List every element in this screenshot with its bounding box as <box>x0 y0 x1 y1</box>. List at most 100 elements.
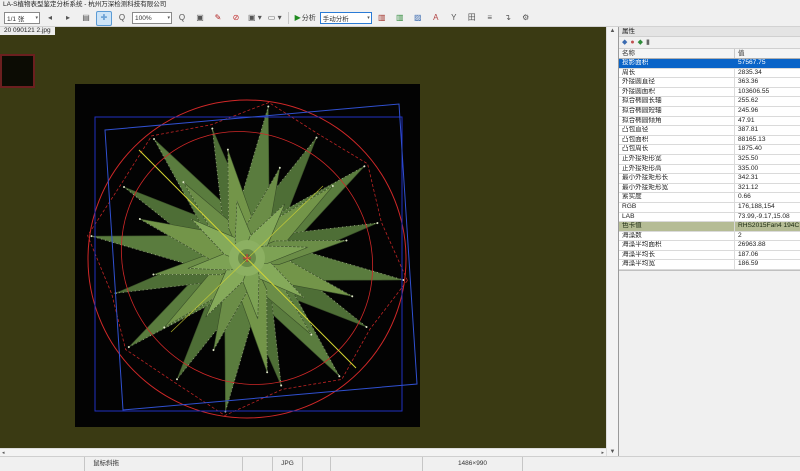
pan-tool-button[interactable]: ✛ <box>96 11 112 26</box>
label-y-button[interactable]: Y <box>446 11 462 26</box>
property-row[interactable]: 凸包周长1875.40 <box>619 145 800 155</box>
column-header-name[interactable]: 名称 <box>619 49 735 58</box>
zoom-level-selector[interactable]: 100% ▾ <box>132 12 172 24</box>
property-row[interactable]: RGB176,188,154 <box>619 203 800 213</box>
next-image-icon: ▸ <box>66 12 70 24</box>
property-row[interactable]: 凸包面积88165.13 <box>619 136 800 146</box>
refresh-icon[interactable]: ◆ <box>622 38 627 47</box>
property-row[interactable]: 正外接矩形宽325.50 <box>619 155 800 165</box>
property-row[interactable]: 最小外接矩形长342.31 <box>619 174 800 184</box>
column-header-value[interactable]: 值 <box>735 49 800 58</box>
copy-image-icon: ▣ <box>196 12 204 24</box>
zoom-level-selector-value: 100% <box>135 15 152 22</box>
property-row[interactable]: 拟合椭圆短轴245.96 <box>619 107 800 117</box>
report-green-button[interactable]: ▥ <box>392 11 408 26</box>
property-value: 187.06 <box>735 251 800 260</box>
scroll-right-icon[interactable]: ▸ <box>601 450 604 456</box>
property-row[interactable]: 外接圆面积103606.55 <box>619 88 800 98</box>
property-label: 正外接矩形高 <box>619 165 735 174</box>
property-row[interactable]: 拟合椭圆倾角47.91 <box>619 117 800 127</box>
image-thumbnail[interactable] <box>0 54 35 88</box>
property-row[interactable]: 海藻平均宽186.59 <box>619 260 800 270</box>
record-icon[interactable]: ● <box>630 38 634 47</box>
vertical-scrollbar[interactable]: ▲ ▼ <box>606 27 618 456</box>
property-panel-toolbar: ◆●◆▮ <box>619 37 800 49</box>
zoom-window-button[interactable]: Q <box>114 11 130 26</box>
property-row[interactable]: 凸包直径387.81 <box>619 126 800 136</box>
line-shape-tool-button[interactable]: ▭ ▾ <box>266 11 284 26</box>
property-row[interactable]: 正外接矩形高335.00 <box>619 165 800 175</box>
edit-button[interactable]: ✎ <box>210 11 226 26</box>
list-view-button[interactable]: ≡ <box>482 11 498 26</box>
grid-view-button[interactable]: 田 <box>464 11 480 26</box>
edit-icon: ✎ <box>215 12 222 24</box>
zoom-window-icon: Q <box>119 12 125 24</box>
property-row[interactable]: 海藻数2 <box>619 232 800 242</box>
chart-button[interactable]: ▨ <box>410 11 426 26</box>
property-row[interactable]: LAB73.99,-9.17,15.08 <box>619 213 800 223</box>
property-row[interactable]: 外接圆直径363.36 <box>619 78 800 88</box>
property-panel-title: 属性 <box>619 27 800 37</box>
status-hint: 鼠标斜拖 <box>85 457 243 471</box>
horizontal-scrollbar[interactable]: ◂ ▸ <box>0 448 606 456</box>
zoom-in-button[interactable]: Q <box>174 11 190 26</box>
pick-icon[interactable]: ◆ <box>638 38 643 47</box>
chevron-down-icon[interactable]: ▾ <box>35 15 38 21</box>
chevron-down-icon[interactable]: ▾ <box>167 15 170 21</box>
save-icon[interactable]: ▮ <box>646 38 650 47</box>
property-row[interactable]: 色卡值RHS2015Fan4 194C Yellow <box>619 222 800 232</box>
prev-image-icon: ◂ <box>48 12 52 24</box>
stop-button[interactable]: ⊘ <box>228 11 244 26</box>
label-a-button[interactable]: A <box>428 11 444 26</box>
page-selector[interactable]: 1/1 张▾ <box>4 12 40 24</box>
property-label: 色卡值 <box>619 222 735 231</box>
analyze-button[interactable]: ▶分析 <box>293 11 318 26</box>
report-red-button[interactable]: ▥ <box>374 11 390 26</box>
status-cell-empty-2 <box>243 457 273 471</box>
status-cell-empty-3 <box>303 457 331 471</box>
prev-image-button[interactable]: ◂ <box>42 11 58 26</box>
print-button[interactable]: ▤ <box>78 11 94 26</box>
property-value: 47.91 <box>735 117 800 126</box>
property-row[interactable]: 周长2835.34 <box>619 69 800 79</box>
property-value: 335.00 <box>735 165 800 174</box>
property-row[interactable]: 最小外接矩形宽321.12 <box>619 184 800 194</box>
property-row[interactable]: 海藻平均长187.06 <box>619 251 800 261</box>
property-row[interactable]: 海藻平均面积26963.88 <box>619 241 800 251</box>
property-value: 363.36 <box>735 78 800 87</box>
chart-icon: ▨ <box>414 12 422 24</box>
property-label: 最小外接矩形宽 <box>619 184 735 193</box>
property-label: 凸包周长 <box>619 145 735 154</box>
property-value: 321.12 <box>735 184 800 193</box>
image-canvas[interactable]: 20 090121 2.jpg <box>0 27 606 448</box>
zoom-in-icon: Q <box>179 12 185 24</box>
image-tab[interactable]: 20 090121 2.jpg <box>0 27 55 35</box>
status-bar: 鼠标斜拖 JPG 1486×990 <box>0 456 800 471</box>
analysis-mode-selector[interactable]: 手动分析▾ <box>320 12 372 24</box>
rect-shape-tool-button[interactable]: ▣ ▾ <box>246 11 264 26</box>
image-stage[interactable] <box>75 84 420 427</box>
property-row[interactable]: 投影面积57567.75 <box>619 59 800 69</box>
property-value: 186.59 <box>735 260 800 269</box>
property-row[interactable]: 紧实度0.66 <box>619 193 800 203</box>
settings-button[interactable]: ⚙ <box>518 11 534 26</box>
property-label: 正外接矩形宽 <box>619 155 735 164</box>
chevron-down-icon[interactable]: ▾ <box>367 15 370 21</box>
status-cell-empty-4 <box>331 457 423 471</box>
next-image-button[interactable]: ▸ <box>60 11 76 26</box>
property-label: LAB <box>619 213 735 222</box>
scroll-down-icon[interactable]: ▼ <box>607 449 618 455</box>
export-button[interactable]: ↴ <box>500 11 516 26</box>
scroll-left-icon[interactable]: ◂ <box>2 450 5 456</box>
property-label: 紧实度 <box>619 193 735 202</box>
property-value: 342.31 <box>735 174 800 183</box>
property-label: 海藻数 <box>619 232 735 241</box>
property-value: 255.62 <box>735 97 800 106</box>
scroll-up-icon[interactable]: ▲ <box>607 28 618 34</box>
copy-image-button[interactable]: ▣ <box>192 11 208 26</box>
property-value: 176,188,154 <box>735 203 800 212</box>
property-label: 凸包面积 <box>619 136 735 145</box>
property-row[interactable]: 拟合椭圆长轴255.62 <box>619 97 800 107</box>
property-value: 2 <box>735 232 800 241</box>
property-label: RGB <box>619 203 735 212</box>
